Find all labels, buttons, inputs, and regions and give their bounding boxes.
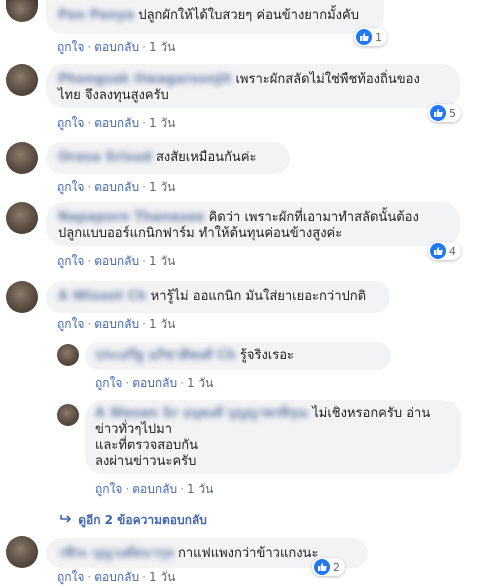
commenter-name[interactable]: A Wasan Sr อนุพงศ์ บุญญาพรพิรุณ xyxy=(95,406,308,421)
timestamp[interactable]: 1 วัน xyxy=(187,376,213,390)
timestamp[interactable]: 1 วัน xyxy=(187,482,213,496)
comment-actions: ถูกใจ · ตอบกลับ · 1 วัน xyxy=(57,317,176,331)
like-button[interactable]: ถูกใจ xyxy=(57,40,84,54)
reply-button[interactable]: ตอบกลับ xyxy=(94,254,139,268)
view-more-replies-link[interactable]: ดูอีก 2 ข้อความตอบกลับ xyxy=(60,511,207,530)
commenter-name[interactable]: A Wisoot Ch xyxy=(58,289,147,304)
reply-actions: ถูกใจ · ตอบกลับ · 1 วัน xyxy=(95,376,214,390)
reply-bubble: ประเสริฐ อภิชาติพงศ์ Ch รู้จริงเรอะ xyxy=(85,342,391,370)
reaction-count[interactable]: 2 xyxy=(312,558,345,576)
reply-button[interactable]: ตอบกลับ xyxy=(132,482,177,496)
comment-actions: ถูกใจ · ตอบกลับ · 1 วัน xyxy=(57,570,176,584)
reply-text-line3: และที่ตรวจสอบกัน xyxy=(95,438,198,453)
commenter-name[interactable]: Pan Panya xyxy=(58,8,134,23)
commenter-name[interactable]: วชิระ บุญวงศ์ธนากุล xyxy=(58,546,174,561)
reply-text-line4: ลงผ่านข่าวนะครับ xyxy=(95,454,197,469)
like-button[interactable]: ถูกใจ xyxy=(57,570,84,584)
timestamp[interactable]: 1 วัน xyxy=(149,570,175,584)
comment-bubble: Pan Panya ปลูกผักให้ได้ใบสวยๆ ค่อนข้างยา… xyxy=(46,0,384,34)
commenter-name[interactable]: Napaporn Thanasee xyxy=(58,210,204,225)
timestamp[interactable]: 1 วัน xyxy=(149,116,175,130)
comment-bubble: Napaporn Thanasee คิดว่า เพราะผักที่เอาม… xyxy=(46,202,460,246)
like-button[interactable]: ถูกใจ xyxy=(95,482,122,496)
timestamp[interactable]: 1 วัน xyxy=(149,317,175,331)
comment-text: สงสัยเหมือนกันค่ะ xyxy=(155,150,257,165)
reply-button[interactable]: ตอบกลับ xyxy=(94,40,139,54)
reply-button[interactable]: ตอบกลับ xyxy=(94,317,139,331)
comment-actions: ถูกใจ · ตอบกลับ · 1 วัน xyxy=(57,180,176,194)
reply-text: รู้จริงเรอะ xyxy=(239,348,295,363)
reply-button[interactable]: ตอบกลับ xyxy=(94,180,139,194)
comment-actions: ถูกใจ · ตอบกลับ · 1 วัน xyxy=(57,254,176,268)
comment-text-line2: ปลูกแบบออร์แกนิกฟาร์ม ทำให้ต้นทุนค่อนข้า… xyxy=(58,226,343,241)
reaction-count[interactable]: 1 xyxy=(354,28,387,46)
comment-text: กาแฟแพงกว่าข้าวแกงนะ xyxy=(177,546,319,561)
like-icon xyxy=(430,105,446,121)
like-icon xyxy=(430,243,446,259)
commenter-name[interactable]: Phongsak Owagarsonjit xyxy=(58,72,231,87)
comment-bubble: A Wisoot Ch หารู้ไม่ ออแกนิก มันใส่ยาเยอ… xyxy=(46,281,390,313)
avatar[interactable] xyxy=(6,536,38,568)
comment-text: เพราะผักสลัดไม่ใช่พืชท้องถิ่นของ xyxy=(235,72,420,87)
avatar[interactable] xyxy=(57,404,79,426)
avatar[interactable] xyxy=(6,281,38,313)
reply-arrow-icon xyxy=(60,513,74,527)
comment-text: ปลูกผักให้ได้ใบสวยๆ ค่อนข้างยากมั้งคับ xyxy=(138,8,359,23)
avatar[interactable] xyxy=(6,202,38,234)
reply-text: ไม่เชิงหรอกครับ อ่าน xyxy=(312,406,431,421)
like-icon xyxy=(314,559,330,575)
comment-text-line2: ไทย จึงลงทุนสูงครับ xyxy=(58,88,169,103)
reaction-count[interactable]: 4 xyxy=(428,242,461,260)
commenter-name[interactable]: Orasa Srisud xyxy=(58,150,152,165)
like-button[interactable]: ถูกใจ xyxy=(57,116,84,130)
like-button[interactable]: ถูกใจ xyxy=(95,376,122,390)
reaction-count[interactable]: 5 xyxy=(428,104,461,122)
reply-button[interactable]: ตอบกลับ xyxy=(94,570,139,584)
like-icon xyxy=(356,29,372,45)
reply-bubble: A Wasan Sr อนุพงศ์ บุญญาพรพิรุณ ไม่เชิงห… xyxy=(85,400,461,474)
timestamp[interactable]: 1 วัน xyxy=(149,254,175,268)
comment-text: หารู้ไม่ ออแกนิก มันใส่ยาเยอะกว่าปกติ xyxy=(150,289,367,304)
comment-actions: ถูกใจ · ตอบกลับ · 1 วัน xyxy=(57,40,176,54)
comment-bubble: Orasa Srisud สงสัยเหมือนกันค่ะ xyxy=(46,142,290,174)
avatar[interactable] xyxy=(6,0,38,22)
avatar[interactable] xyxy=(6,142,38,174)
comment-actions: ถูกใจ · ตอบกลับ · 1 วัน xyxy=(57,116,176,130)
reply-button[interactable]: ตอบกลับ xyxy=(94,116,139,130)
like-button[interactable]: ถูกใจ xyxy=(57,180,84,194)
timestamp[interactable]: 1 วัน xyxy=(149,180,175,194)
reply-text-line2: ข่าวทั่วๆไปมา xyxy=(95,422,172,437)
timestamp[interactable]: 1 วัน xyxy=(149,40,175,54)
avatar[interactable] xyxy=(6,64,38,96)
comment-text: คิดว่า เพราะผักที่เอามาทำสลัดนั้นต้อง xyxy=(208,210,419,225)
reply-button[interactable]: ตอบกลับ xyxy=(132,376,177,390)
like-button[interactable]: ถูกใจ xyxy=(57,317,84,331)
commenter-name[interactable]: ประเสริฐ อภิชาติพงศ์ Ch xyxy=(95,348,236,363)
avatar[interactable] xyxy=(57,344,79,366)
like-button[interactable]: ถูกใจ xyxy=(57,254,84,268)
reply-actions: ถูกใจ · ตอบกลับ · 1 วัน xyxy=(95,482,214,496)
comment-bubble: Phongsak Owagarsonjit เพราะผักสลัดไม่ใช่… xyxy=(46,64,460,108)
